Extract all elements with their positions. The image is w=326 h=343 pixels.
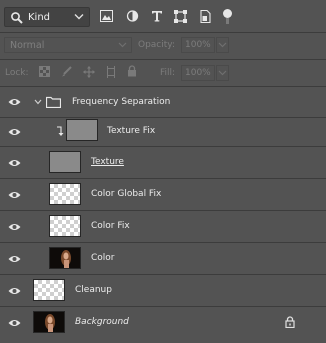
filter-toggle-stem [226, 18, 229, 24]
filter-toggle[interactable] [223, 9, 232, 18]
shape-layer-filter-icon[interactable] [174, 10, 187, 23]
layer-thumbnail [49, 183, 81, 205]
layer-name: Color Global Fix [91, 189, 162, 199]
chevron-down-icon [74, 14, 84, 20]
layer-thumbnail [33, 311, 65, 333]
layer-thumbnail [49, 151, 81, 173]
lock-icon [285, 316, 295, 328]
layer-row[interactable]: Color Fix [0, 211, 326, 243]
layer-thumbnail [66, 119, 98, 141]
layer-name: Cleanup [75, 285, 112, 295]
background-layer-row[interactable]: Background [0, 307, 326, 339]
layer-name: Background [75, 317, 129, 327]
lock-image-pixels-icon[interactable] [61, 66, 72, 77]
eye-icon[interactable] [8, 222, 21, 232]
folder-icon [46, 96, 61, 108]
lock-label: Lock: [5, 68, 29, 78]
layer-name: Frequency Separation [72, 97, 171, 107]
chevron-down-icon [218, 70, 227, 76]
eye-icon[interactable] [8, 318, 21, 328]
search-icon [11, 12, 23, 24]
chevron-down-icon [118, 42, 127, 48]
layer-thumbnail [33, 279, 65, 301]
layer-row[interactable]: Cleanup [0, 275, 326, 307]
layer-row[interactable]: Color [0, 243, 326, 275]
chevron-down-icon[interactable] [34, 98, 42, 106]
layer-name: Color [91, 253, 115, 263]
adjustment-layer-filter-icon[interactable] [126, 10, 139, 22]
smart-object-filter-icon[interactable] [199, 10, 211, 23]
layer-group-row[interactable]: Frequency Separation [0, 87, 326, 119]
opacity-label: Opacity: [138, 40, 175, 50]
eye-icon[interactable] [8, 190, 21, 200]
lock-all-icon[interactable] [127, 65, 137, 77]
lock-transparent-pixels-icon[interactable] [39, 66, 50, 77]
eye-icon[interactable] [8, 127, 21, 137]
lock-position-icon[interactable] [83, 66, 95, 78]
layer-thumbnail [49, 215, 81, 237]
layer-name: Texture [91, 157, 124, 167]
layer-name: Color Fix [91, 221, 130, 231]
layer-thumbnail [49, 247, 81, 269]
eye-icon[interactable] [8, 158, 21, 168]
eye-icon[interactable] [8, 254, 21, 264]
divider [0, 32, 326, 33]
fill-value: 100% [185, 68, 211, 78]
chevron-down-icon [218, 42, 227, 48]
pixel-layer-filter-icon[interactable] [100, 10, 113, 22]
portrait-thumbnail [45, 314, 55, 332]
portrait-thumbnail [61, 250, 71, 268]
clipping-mask-icon [57, 126, 64, 136]
type-layer-filter-icon[interactable] [151, 10, 163, 22]
opacity-value: 100% [185, 40, 211, 50]
lock-artboard-icon[interactable] [105, 66, 117, 78]
divider [0, 59, 326, 60]
fill-label: Fill: [160, 68, 176, 78]
layer-name: Texture Fix [107, 126, 156, 136]
eye-icon[interactable] [8, 286, 21, 296]
layer-row[interactable]: Texture [0, 147, 326, 179]
eye-icon[interactable] [8, 97, 21, 107]
layer-row[interactable]: Color Global Fix [0, 179, 326, 211]
kind-filter-label: Kind [28, 12, 51, 23]
blend-mode-value: Normal [10, 40, 45, 51]
